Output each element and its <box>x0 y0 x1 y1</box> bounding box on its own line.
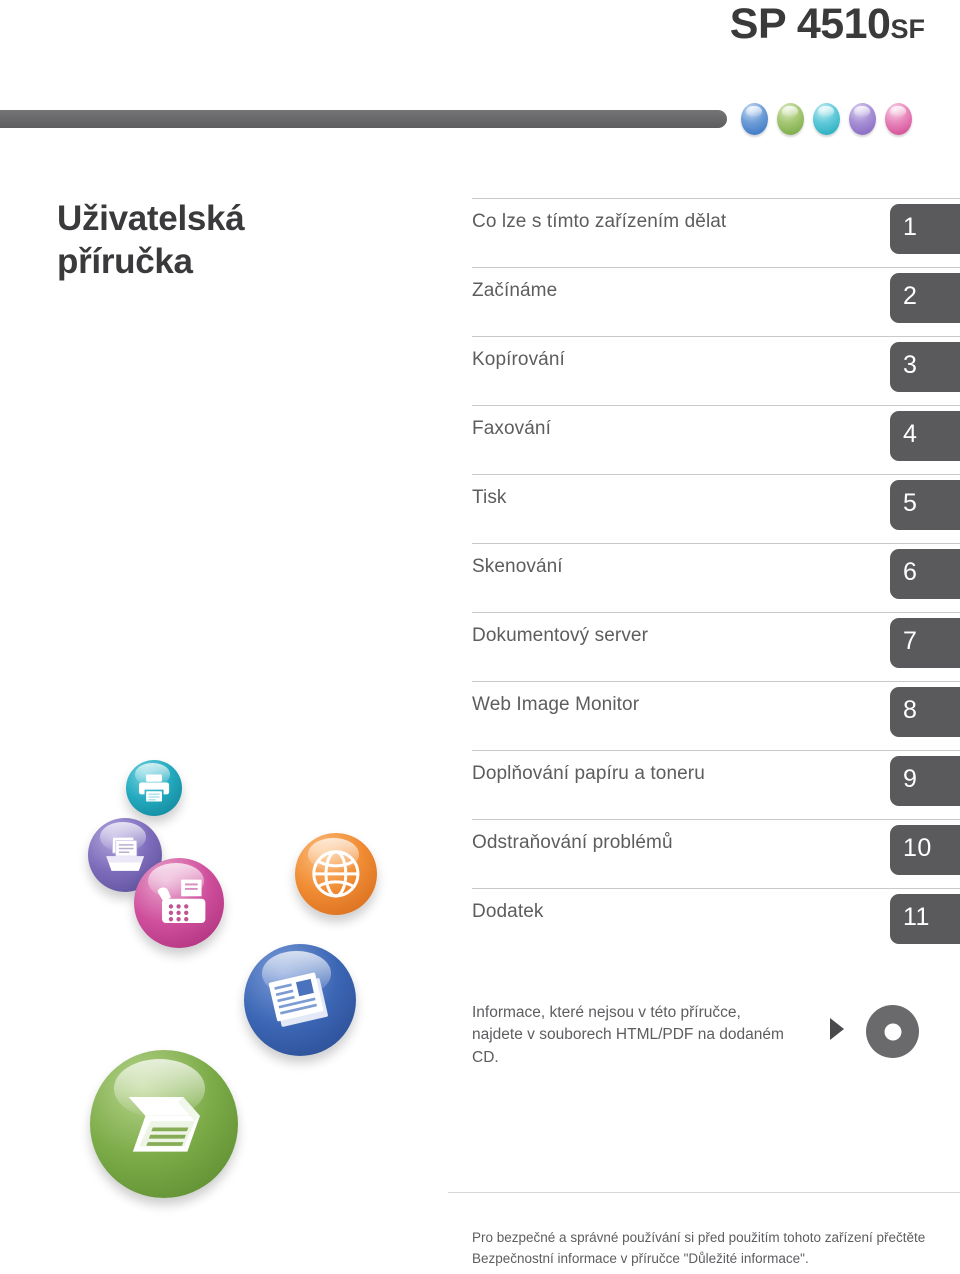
chapter-number-tab[interactable]: 10 <box>890 825 960 875</box>
chapter-number: 5 <box>903 489 918 517</box>
dot-green-icon <box>777 103 804 135</box>
dot-teal-icon <box>813 103 840 135</box>
chapter-number: 10 <box>903 834 932 862</box>
printer-icon <box>126 760 182 816</box>
model-name: SP 4510 <box>729 0 891 48</box>
chapter-row[interactable]: Skenování 6 <box>472 543 960 612</box>
chapter-row[interactable]: Web Image Monitor 8 <box>472 681 960 750</box>
chapter-number: 7 <box>903 627 918 655</box>
chapter-number-tab[interactable]: 7 <box>890 618 960 668</box>
chapter-number-tab[interactable]: 9 <box>890 756 960 806</box>
page-title: Uživatelská příručka <box>57 198 417 283</box>
fax-icon <box>134 858 224 948</box>
cd-note-text: Informace, které nejsou v této příručce,… <box>472 1004 784 1066</box>
safety-notice: Pro bezpečné a správné používání si před… <box>472 1228 942 1270</box>
chapter-row[interactable]: Faxování 4 <box>472 405 960 474</box>
chapter-row[interactable]: Dokumentový server 7 <box>472 612 960 681</box>
chapter-label: Faxování <box>472 418 551 439</box>
header-accent-bar <box>0 110 727 128</box>
chapter-number: 3 <box>903 351 918 379</box>
globe-icon <box>295 833 377 915</box>
chapter-number: 9 <box>903 765 918 793</box>
chapter-label: Kopírování <box>472 349 565 370</box>
chapter-row[interactable]: Odstraňování problémů 10 <box>472 819 960 888</box>
chapter-row[interactable]: Dodatek 11 <box>472 888 960 957</box>
document-icon <box>244 944 356 1056</box>
chapter-label: Dokumentový server <box>472 625 649 646</box>
chapter-row[interactable]: Co lze s tímto zařízením dělat 1 <box>472 198 960 267</box>
chapter-number: 11 <box>903 903 930 931</box>
chapter-row[interactable]: Kopírování 3 <box>472 336 960 405</box>
chapter-label: Doplňování papíru a toneru <box>472 763 705 784</box>
chapter-label: Odstraňování problémů <box>472 832 673 853</box>
chapter-number: 6 <box>903 558 918 586</box>
chapter-label: Začínáme <box>472 280 558 301</box>
chapter-number-tab[interactable]: 1 <box>890 204 960 254</box>
chapter-label: Tisk <box>472 487 507 508</box>
chapter-list: Co lze s tímto zařízením dělat 1 Začínám… <box>472 198 960 957</box>
chapter-label: Dodatek <box>472 901 544 922</box>
model-suffix: SF <box>890 14 925 44</box>
chapter-number-tab[interactable]: 4 <box>890 411 960 461</box>
page-title-line2: příručka <box>57 241 193 281</box>
chapter-number-tab[interactable]: 11 <box>890 894 960 944</box>
cd-disc-icon <box>866 1005 919 1058</box>
dot-blue-icon <box>741 103 768 135</box>
chapter-label: Web Image Monitor <box>472 694 640 715</box>
chapter-number-tab[interactable]: 6 <box>890 549 960 599</box>
chapter-number-tab[interactable]: 2 <box>890 273 960 323</box>
chapter-row[interactable]: Tisk 5 <box>472 474 960 543</box>
chapter-number-tab[interactable]: 5 <box>890 480 960 530</box>
footer-divider <box>448 1192 960 1193</box>
chapter-label: Co lze s tímto zařízením dělat <box>472 211 727 232</box>
safety-notice-line1: Pro bezpečné a správné používání si před… <box>472 1230 873 1245</box>
chapter-number-tab[interactable]: 3 <box>890 342 960 392</box>
cover-page: SP 4510SF Uživatelská příručka Co lze s … <box>0 0 960 1274</box>
chapter-number: 8 <box>903 696 918 724</box>
chapter-row[interactable]: Začínáme 2 <box>472 267 960 336</box>
page-title-line1: Uživatelská <box>57 199 245 238</box>
chapter-number: 1 <box>903 213 918 241</box>
chapter-number: 2 <box>903 282 918 310</box>
dot-pink-icon <box>885 103 912 135</box>
chapter-number-tab[interactable]: 8 <box>890 687 960 737</box>
dot-purple-icon <box>849 103 876 135</box>
triangle-right-icon <box>830 1018 844 1040</box>
scanner-icon <box>90 1050 238 1198</box>
accent-dot-row <box>741 101 941 137</box>
chapter-number: 4 <box>903 420 918 448</box>
chapter-row[interactable]: Doplňování papíru a toneru 9 <box>472 750 960 819</box>
model-title: SP 4510SF <box>729 0 925 48</box>
chapter-label: Skenování <box>472 556 563 577</box>
